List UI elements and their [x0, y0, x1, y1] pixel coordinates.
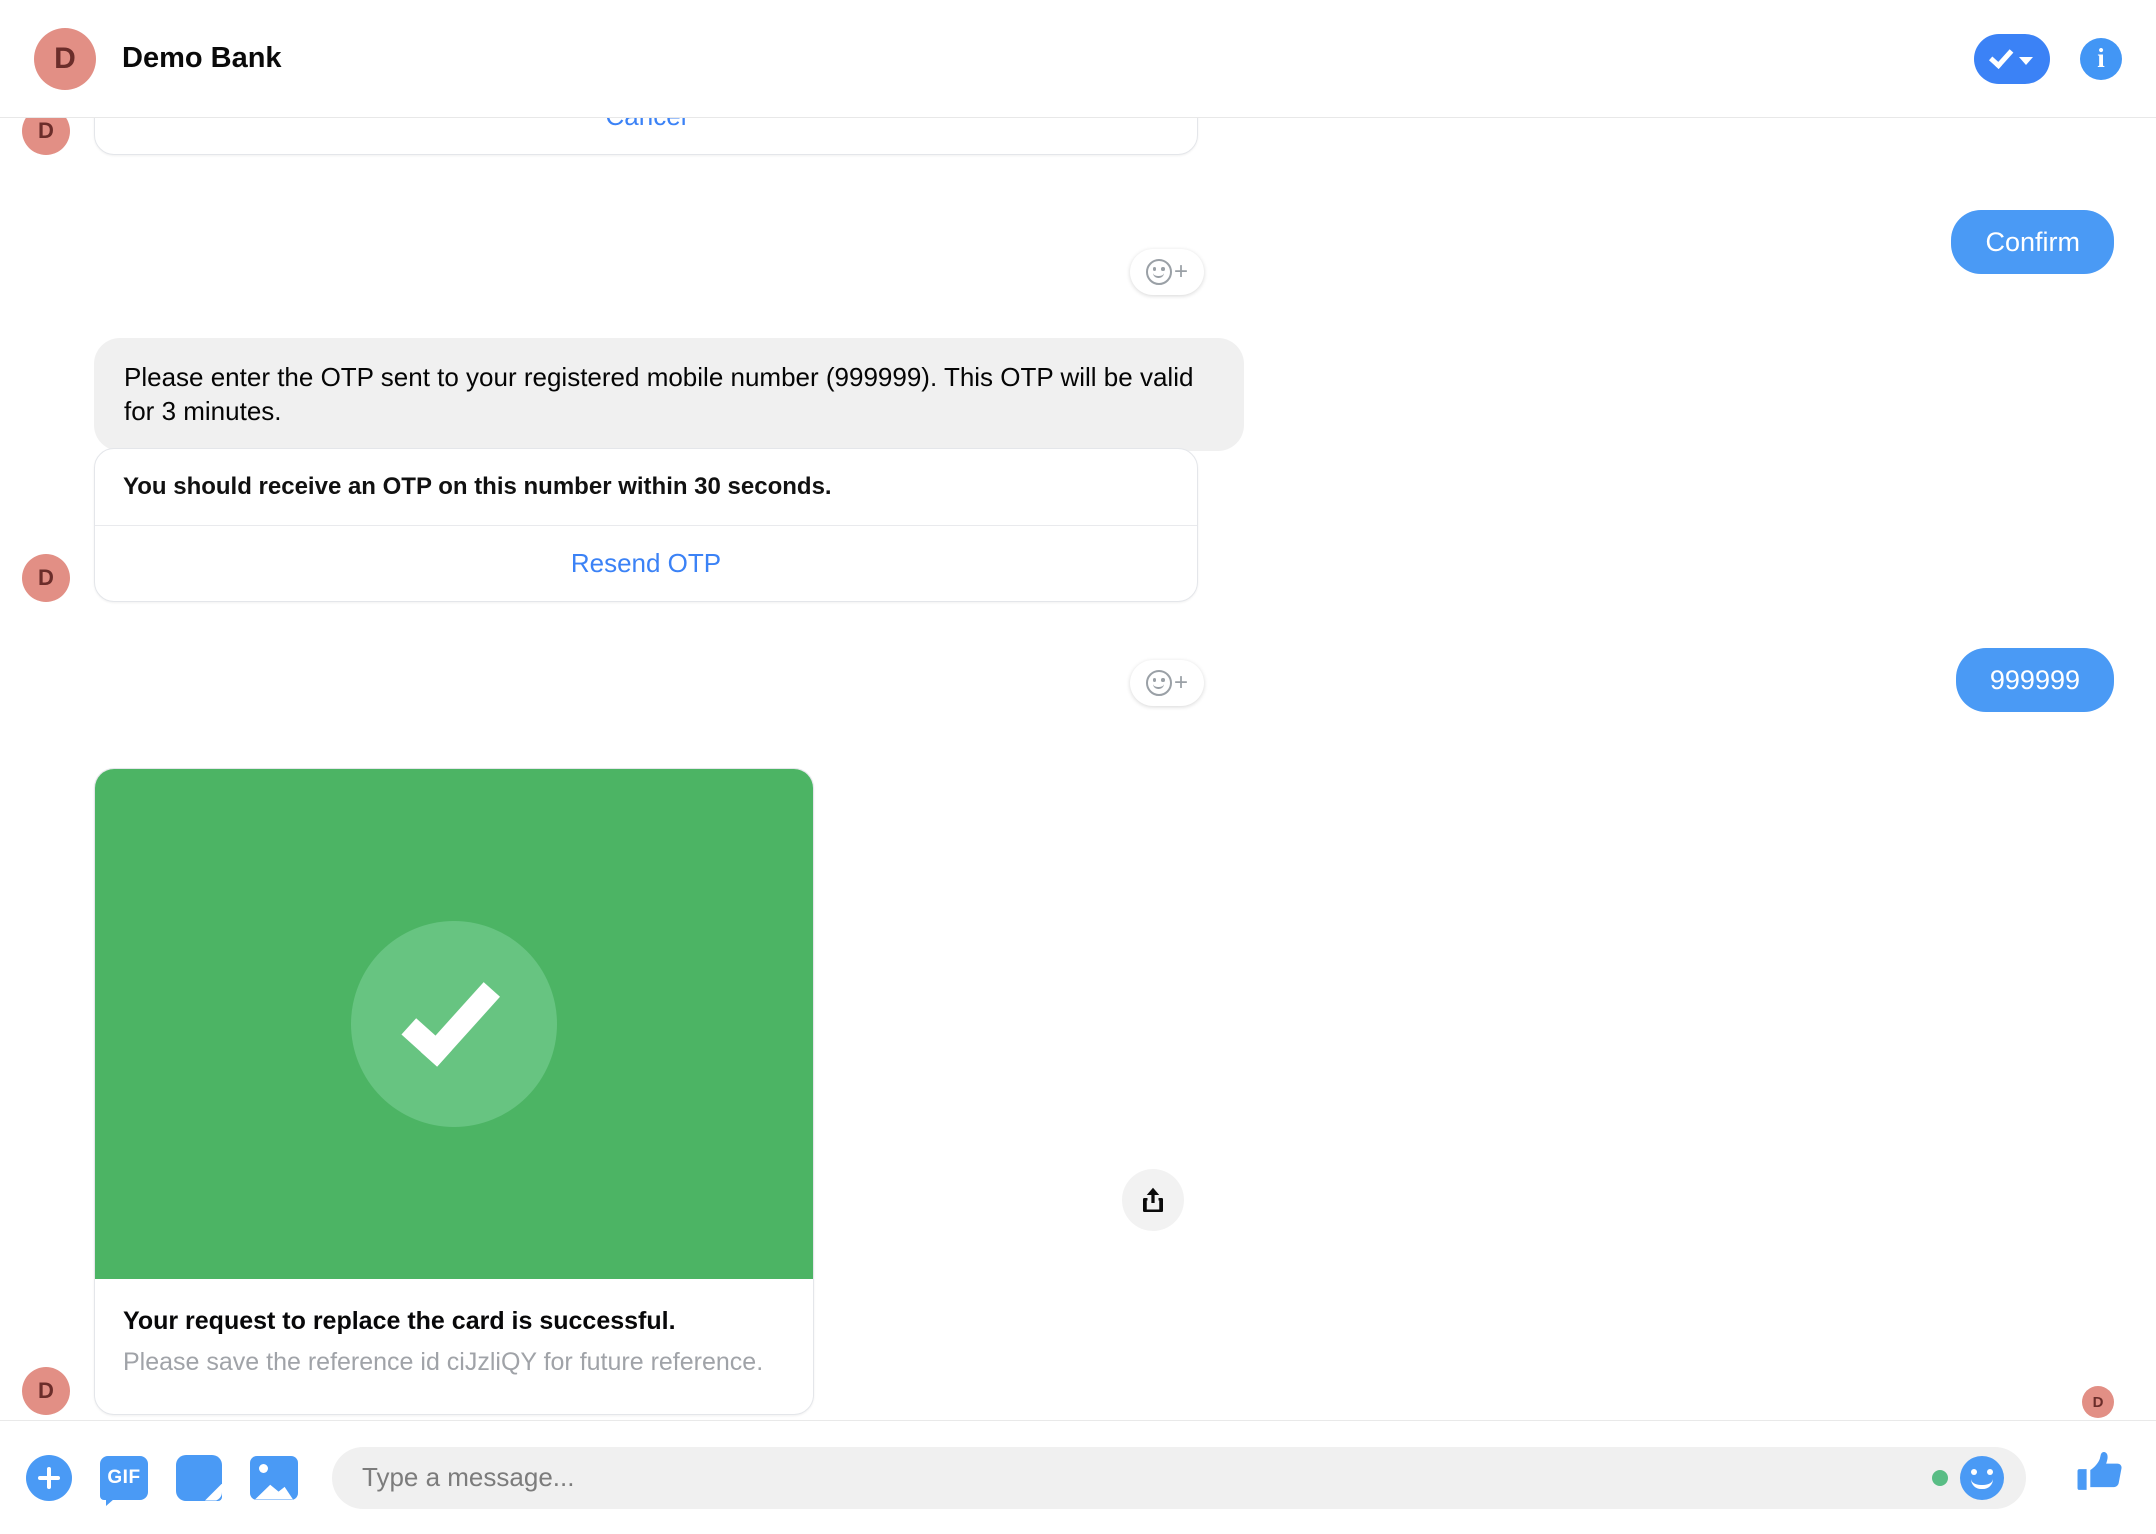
resend-otp-card-title: You should receive an OTP on this number… [123, 473, 832, 500]
plus-icon: + [1173, 258, 1188, 285]
resend-otp-card: You should receive an OTP on this number… [94, 448, 1198, 602]
page-title: Demo Bank [122, 42, 282, 74]
resend-otp-button[interactable]: Resend OTP [95, 526, 1197, 601]
emoji-smiley-icon[interactable] [1960, 1455, 2004, 1500]
avatar: D [22, 118, 70, 155]
message-composer: GIF [0, 1420, 2156, 1534]
success-check-icon [95, 769, 813, 1279]
add-reaction-icon[interactable]: + [1130, 660, 1204, 706]
avatar: D [22, 1367, 70, 1415]
add-reaction-icon[interactable]: + [1130, 249, 1204, 295]
sticker-icon[interactable] [176, 1454, 222, 1501]
message-row-resend-otp: D You should receive an OTP on this numb… [22, 448, 1198, 602]
read-receipt-avatar: D [2082, 1386, 2114, 1418]
smiley-icon [1145, 670, 1172, 696]
message-input-wrap[interactable] [332, 1446, 2026, 1509]
incoming-message-bubble: Please enter the OTP sent to your regist… [94, 338, 1244, 451]
check-icon [401, 964, 501, 1067]
check-pill-icon[interactable] [1974, 33, 2050, 84]
message-input[interactable] [362, 1462, 1932, 1493]
message-row-otp-instruction: Please enter the OTP sent to your regist… [94, 338, 1244, 451]
check-icon [1988, 43, 2014, 69]
avatar: D [22, 554, 70, 602]
outgoing-message-bubble: 999999 [1955, 648, 2114, 713]
plus-circle-icon[interactable] [26, 1454, 72, 1501]
status-dot [1932, 1469, 1948, 1486]
message-row-success: D Your request to replace the card is su… [22, 768, 814, 1415]
success-card-subtitle: Please save the reference id ciJzliQY fo… [123, 1347, 764, 1376]
success-card: Your request to replace the card is succ… [94, 768, 814, 1415]
plus-icon: + [1173, 669, 1188, 696]
message-thread[interactable]: D Cancel + Confirm Please enter the OTP … [0, 118, 2156, 1420]
outgoing-message-bubble: Confirm [1951, 210, 2114, 275]
thumbs-up-icon[interactable] [2076, 1447, 2128, 1508]
chat-header: D Demo Bank i [0, 0, 2156, 118]
chevron-down-icon [2019, 56, 2033, 65]
messenger-window: D Demo Bank i D Cancel + Confirm [0, 0, 2156, 1534]
success-card-title: Your request to replace the card is succ… [123, 1307, 676, 1335]
message-row-otp-entered: 999999 [1955, 648, 2114, 713]
message-row-confirm: Confirm [1951, 210, 2114, 275]
smiley-icon [1145, 259, 1172, 285]
share-icon[interactable] [1122, 1169, 1184, 1231]
cancel-button[interactable]: Cancel [95, 118, 1197, 154]
thumbs-up-glyph [2077, 1452, 2122, 1490]
avatar: D [34, 27, 96, 90]
check-circle [351, 921, 557, 1127]
header-actions: i [1974, 33, 2122, 84]
info-icon[interactable]: i [2080, 37, 2122, 80]
message-row-cancel: D Cancel [22, 118, 1198, 155]
image-icon[interactable] [250, 1455, 298, 1500]
success-card-body: Your request to replace the card is succ… [95, 1279, 813, 1414]
cancel-card: Cancel [94, 118, 1198, 155]
gif-icon[interactable]: GIF [100, 1455, 148, 1506]
share-glyph [1143, 1187, 1163, 1212]
